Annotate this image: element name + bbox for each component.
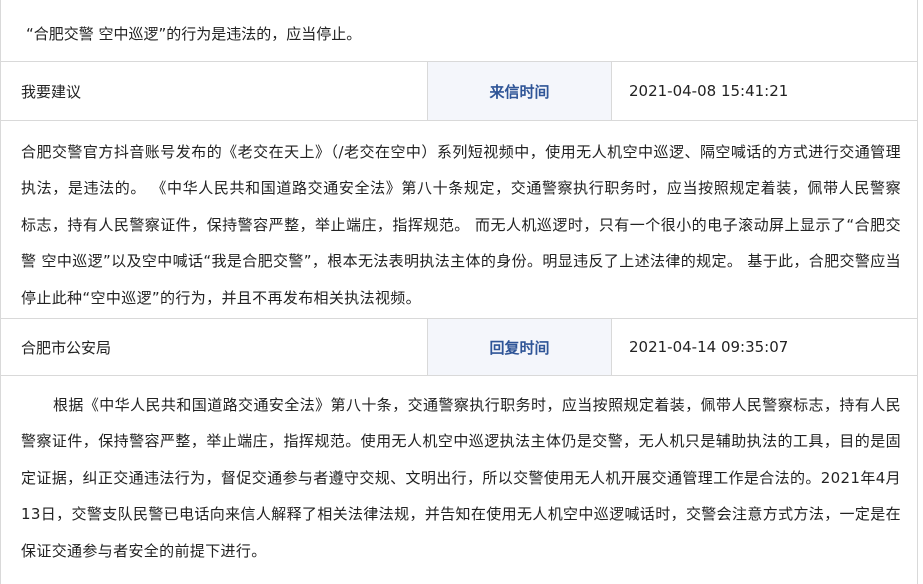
letter-time: 2021-04-08 15:41:21 [629,82,789,100]
message-title: “合肥交警 空中巡逻”的行为是违法的，应当停止。 [26,25,362,43]
reply-content: 根据《中华人民共和国道路交通安全法》第八十条，交通警察执行职务时，应当按照规定着… [21,396,901,560]
letter-content: 合肥交警官方抖音账号发布的《老交在天上》（/老交在空中）系列短视频中，使用无人机… [1,121,917,319]
reply-time: 2021-04-14 09:35:07 [629,338,789,356]
message-board: “合肥交警 空中巡逻”的行为是违法的，应当停止。 我要建议 来信时间 2021-… [0,0,918,584]
reply-time-label: 回复时间 [428,319,612,375]
letter-time-label: 来信时间 [428,62,612,120]
reply-department: 合肥市公安局 [1,319,428,375]
letter-category: 我要建议 [1,62,428,120]
letter-meta-row: 我要建议 来信时间 2021-04-08 15:41:21 [1,62,917,121]
message-title-row: “合肥交警 空中巡逻”的行为是违法的，应当停止。 [1,0,917,62]
reply-meta-row: 合肥市公安局 回复时间 2021-04-14 09:35:07 [1,319,917,376]
